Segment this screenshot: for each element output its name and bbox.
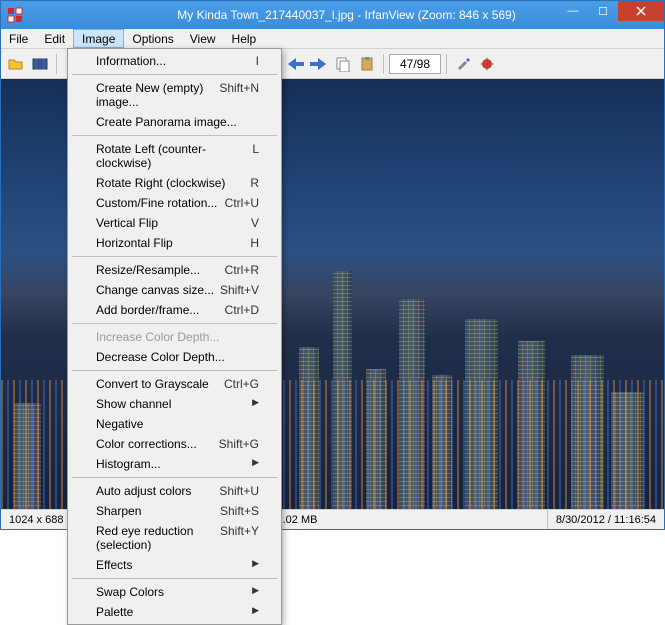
menu-effects[interactable]: Effects▶	[70, 555, 279, 575]
slideshow-button[interactable]	[29, 53, 51, 75]
submenu-arrow-icon: ▶	[252, 558, 259, 572]
prev-button[interactable]	[284, 53, 306, 75]
menu-show-channel[interactable]: Show channel▶	[70, 394, 279, 414]
menu-auto-adjust[interactable]: Auto adjust colorsShift+U	[70, 481, 279, 501]
tools-button[interactable]	[476, 53, 498, 75]
menu-help[interactable]: Help	[224, 29, 265, 48]
menu-grayscale[interactable]: Convert to GrayscaleCtrl+G	[70, 374, 279, 394]
open-button[interactable]	[5, 53, 27, 75]
menu-edit[interactable]: Edit	[36, 29, 73, 48]
menubar: File Edit Image Options View Help	[1, 29, 664, 49]
menu-increase-depth: Increase Color Depth...	[70, 327, 279, 347]
menu-information[interactable]: Information...I	[70, 51, 279, 71]
menu-add-border[interactable]: Add border/frame...Ctrl+D	[70, 300, 279, 320]
minimize-button[interactable]: —	[558, 1, 588, 21]
menu-histogram[interactable]: Histogram...▶	[70, 454, 279, 474]
menu-separator	[72, 135, 277, 136]
toolbar-separator	[383, 54, 384, 74]
close-button[interactable]	[618, 1, 664, 21]
menu-separator	[72, 74, 277, 75]
menu-horizontal-flip[interactable]: Horizontal FlipH	[70, 233, 279, 253]
menu-canvas-size[interactable]: Change canvas size...Shift+V	[70, 280, 279, 300]
menu-rotate-right[interactable]: Rotate Right (clockwise)R	[70, 173, 279, 193]
menu-palette[interactable]: Palette▶	[70, 602, 279, 622]
menu-create-panorama[interactable]: Create Panorama image...	[70, 112, 279, 132]
menu-image[interactable]: Image	[73, 29, 124, 48]
copy-button[interactable]	[332, 53, 354, 75]
paste-button[interactable]	[356, 53, 378, 75]
menu-custom-rotation[interactable]: Custom/Fine rotation...Ctrl+U	[70, 193, 279, 213]
submenu-arrow-icon: ▶	[252, 457, 259, 471]
menu-separator	[72, 323, 277, 324]
titlebar[interactable]: My Kinda Town_217440037_l.jpg - IrfanVie…	[1, 1, 664, 29]
window-controls: — ☐	[558, 1, 664, 21]
menu-file[interactable]: File	[1, 29, 36, 48]
menu-red-eye[interactable]: Red eye reduction (selection)Shift+Y	[70, 521, 279, 555]
menu-separator	[72, 477, 277, 478]
app-icon	[7, 7, 23, 23]
menu-separator	[72, 578, 277, 579]
submenu-arrow-icon: ▶	[252, 397, 259, 411]
menu-negative[interactable]: Negative	[70, 414, 279, 434]
menu-options[interactable]: Options	[124, 29, 181, 48]
menu-view[interactable]: View	[182, 29, 224, 48]
menu-color-corrections[interactable]: Color corrections...Shift+G	[70, 434, 279, 454]
menu-separator	[72, 370, 277, 371]
menu-resize[interactable]: Resize/Resample...Ctrl+R	[70, 260, 279, 280]
submenu-arrow-icon: ▶	[252, 605, 259, 619]
menu-swap-colors[interactable]: Swap Colors▶	[70, 582, 279, 602]
toolbar-separator	[446, 54, 447, 74]
status-datetime: 8/30/2012 / 11:16:54	[548, 510, 664, 529]
nav-counter[interactable]: 47/98	[389, 54, 441, 74]
menu-decrease-depth[interactable]: Decrease Color Depth...	[70, 347, 279, 367]
menu-create-new[interactable]: Create New (empty) image...Shift+N	[70, 78, 279, 112]
menu-sharpen[interactable]: SharpenShift+S	[70, 501, 279, 521]
image-menu-dropdown: Information...I Create New (empty) image…	[67, 48, 282, 625]
app-window: My Kinda Town_217440037_l.jpg - IrfanVie…	[0, 0, 665, 530]
toolbar-separator	[56, 54, 57, 74]
settings-button[interactable]	[452, 53, 474, 75]
menu-separator	[72, 256, 277, 257]
submenu-arrow-icon: ▶	[252, 585, 259, 599]
menu-rotate-left[interactable]: Rotate Left (counter-clockwise)L	[70, 139, 279, 173]
menu-vertical-flip[interactable]: Vertical FlipV	[70, 213, 279, 233]
next-button[interactable]	[308, 53, 330, 75]
maximize-button[interactable]: ☐	[588, 1, 618, 21]
